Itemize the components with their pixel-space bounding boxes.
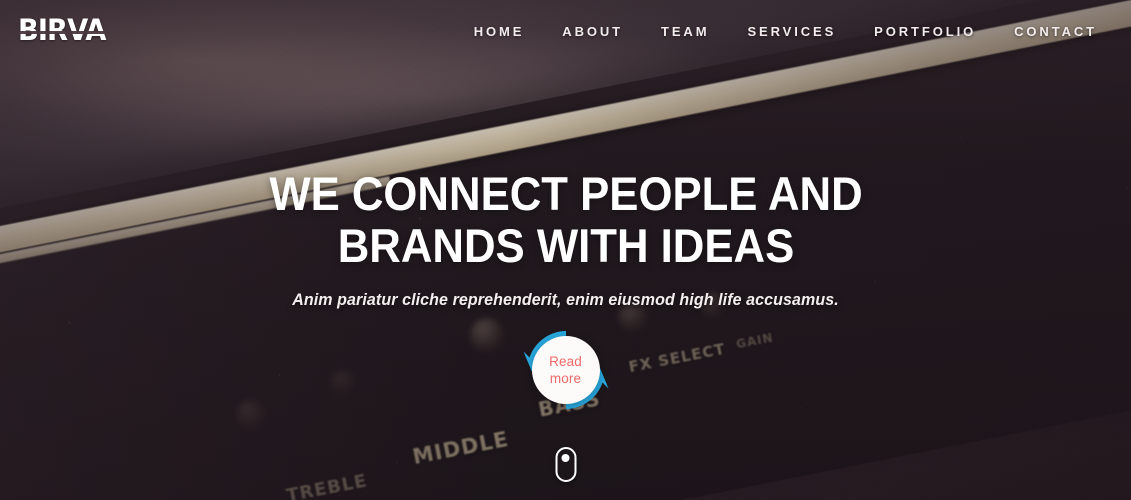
nav-link-portfolio[interactable]: PORTFOLIO: [874, 24, 976, 39]
mouse-scroll-wheel-dot: [561, 454, 570, 462]
main-navigation: HOME ABOUT TEAM SERVICES PORTFOLIO CONTA…: [474, 24, 1097, 39]
site-logo[interactable]: BIRVA: [18, 15, 107, 47]
hero-content: WE CONNECT PEOPLE AND BRANDS WITH IDEAS …: [0, 168, 1131, 311]
read-more-disc[interactable]: Read more: [531, 336, 600, 404]
nav-link-about[interactable]: ABOUT: [562, 24, 623, 39]
nav-link-team[interactable]: TEAM: [661, 24, 709, 39]
hero-title: WE CONNECT PEOPLE AND BRANDS WITH IDEAS: [268, 167, 863, 272]
nav-link-services[interactable]: SERVICES: [747, 24, 836, 39]
hero-section: TREBLE MIDDLE BASS FX SELECT GAIN BIRVA …: [0, 0, 1131, 500]
nav-link-contact[interactable]: CONTACT: [1014, 24, 1097, 39]
hero-subtitle: Anim pariatur cliche reprehenderit, enim…: [292, 291, 839, 309]
read-more-label[interactable]: Read more: [549, 353, 582, 387]
nav-link-home[interactable]: HOME: [474, 24, 525, 39]
mouse-scroll-icon[interactable]: [555, 447, 576, 482]
site-header: BIRVA HOME ABOUT TEAM SERVICES PORTFOLIO…: [0, 0, 1131, 62]
read-more-button[interactable]: Read more: [523, 327, 609, 413]
